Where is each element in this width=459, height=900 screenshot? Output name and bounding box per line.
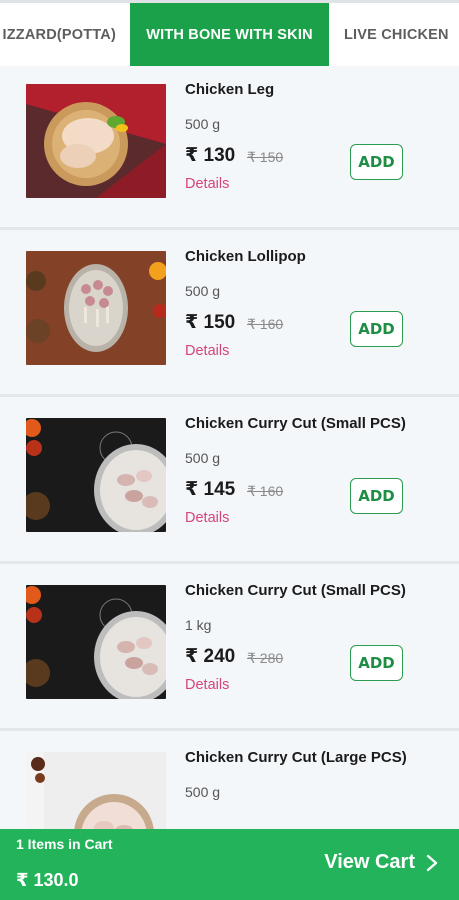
cart-item-count: 1 Items in Cart (16, 836, 113, 852)
product-image[interactable] (26, 752, 166, 829)
product-card: Chicken Leg 500 g ₹ 130 ₹ 150 Details AD… (0, 66, 459, 230)
product-quantity: 500 g (185, 784, 221, 800)
product-name: Chicken Curry Cut (Large PCS) (185, 749, 407, 766)
product-quantity: 500 g (185, 116, 221, 132)
product-price: ₹ 240 (185, 646, 236, 667)
product-quantity: 500 g (185, 450, 221, 466)
product-quantity: 500 g (185, 283, 221, 299)
details-link[interactable]: Details (185, 677, 229, 693)
details-link[interactable]: Details (185, 176, 229, 192)
details-link[interactable]: Details (185, 343, 229, 359)
product-price: ₹ 150 (185, 312, 236, 333)
product-mrp: ₹ 160 (247, 316, 284, 332)
add-button[interactable]: ADD (350, 144, 403, 180)
product-mrp: ₹ 150 (247, 149, 284, 165)
tab-gizzard[interactable]: IZZARD(POTTA) (0, 3, 130, 66)
tab-live-chicken[interactable]: LIVE CHICKEN (329, 3, 459, 66)
product-card: Chicken Curry Cut (Small PCS) 1 kg ₹ 240… (0, 567, 459, 731)
cart-bar[interactable]: 1 Items in Cart ₹ 130.0 View Cart (0, 829, 459, 900)
product-image[interactable] (26, 84, 166, 198)
product-card: Chicken Curry Cut (Small PCS) 500 g ₹ 14… (0, 400, 459, 564)
product-card: Chicken Curry Cut (Large PCS) 500 g (0, 734, 459, 829)
product-mrp: ₹ 160 (247, 483, 284, 499)
product-name: Chicken Lollipop (185, 248, 306, 265)
product-list: Chicken Leg 500 g ₹ 130 ₹ 150 Details AD… (0, 66, 459, 829)
product-image[interactable] (26, 585, 166, 699)
product-card: Chicken Lollipop 500 g ₹ 150 ₹ 160 Detai… (0, 233, 459, 397)
curry-cut-image (26, 585, 166, 699)
curry-cut-image (26, 418, 166, 532)
product-image[interactable] (26, 251, 166, 365)
product-name: Chicken Leg (185, 81, 275, 98)
add-button[interactable]: ADD (350, 478, 403, 514)
product-name: Chicken Curry Cut (Small PCS) (185, 582, 406, 599)
add-button[interactable]: ADD (350, 311, 403, 347)
product-price: ₹ 145 (185, 479, 236, 500)
view-cart-button[interactable]: View Cart (324, 851, 439, 874)
chicken-lollipop-image (26, 251, 166, 365)
product-price: ₹ 130 (185, 145, 236, 166)
category-tabs: IZZARD(POTTA) WITH BONE WITH SKIN LIVE C… (0, 0, 459, 66)
product-name: Chicken Curry Cut (Small PCS) (185, 415, 406, 432)
view-cart-label: View Cart (324, 851, 415, 873)
product-quantity: 1 kg (185, 617, 212, 633)
add-button[interactable]: ADD (350, 645, 403, 681)
details-link[interactable]: Details (185, 510, 229, 526)
cart-total: ₹ 130.0 (16, 870, 79, 890)
curry-cut-large-image (26, 752, 166, 829)
chevron-right-icon (426, 854, 438, 871)
product-image[interactable] (26, 418, 166, 532)
chicken-leg-image (26, 84, 166, 198)
tab-with-bone-with-skin[interactable]: WITH BONE WITH SKIN (130, 3, 329, 66)
product-mrp: ₹ 280 (247, 650, 284, 666)
